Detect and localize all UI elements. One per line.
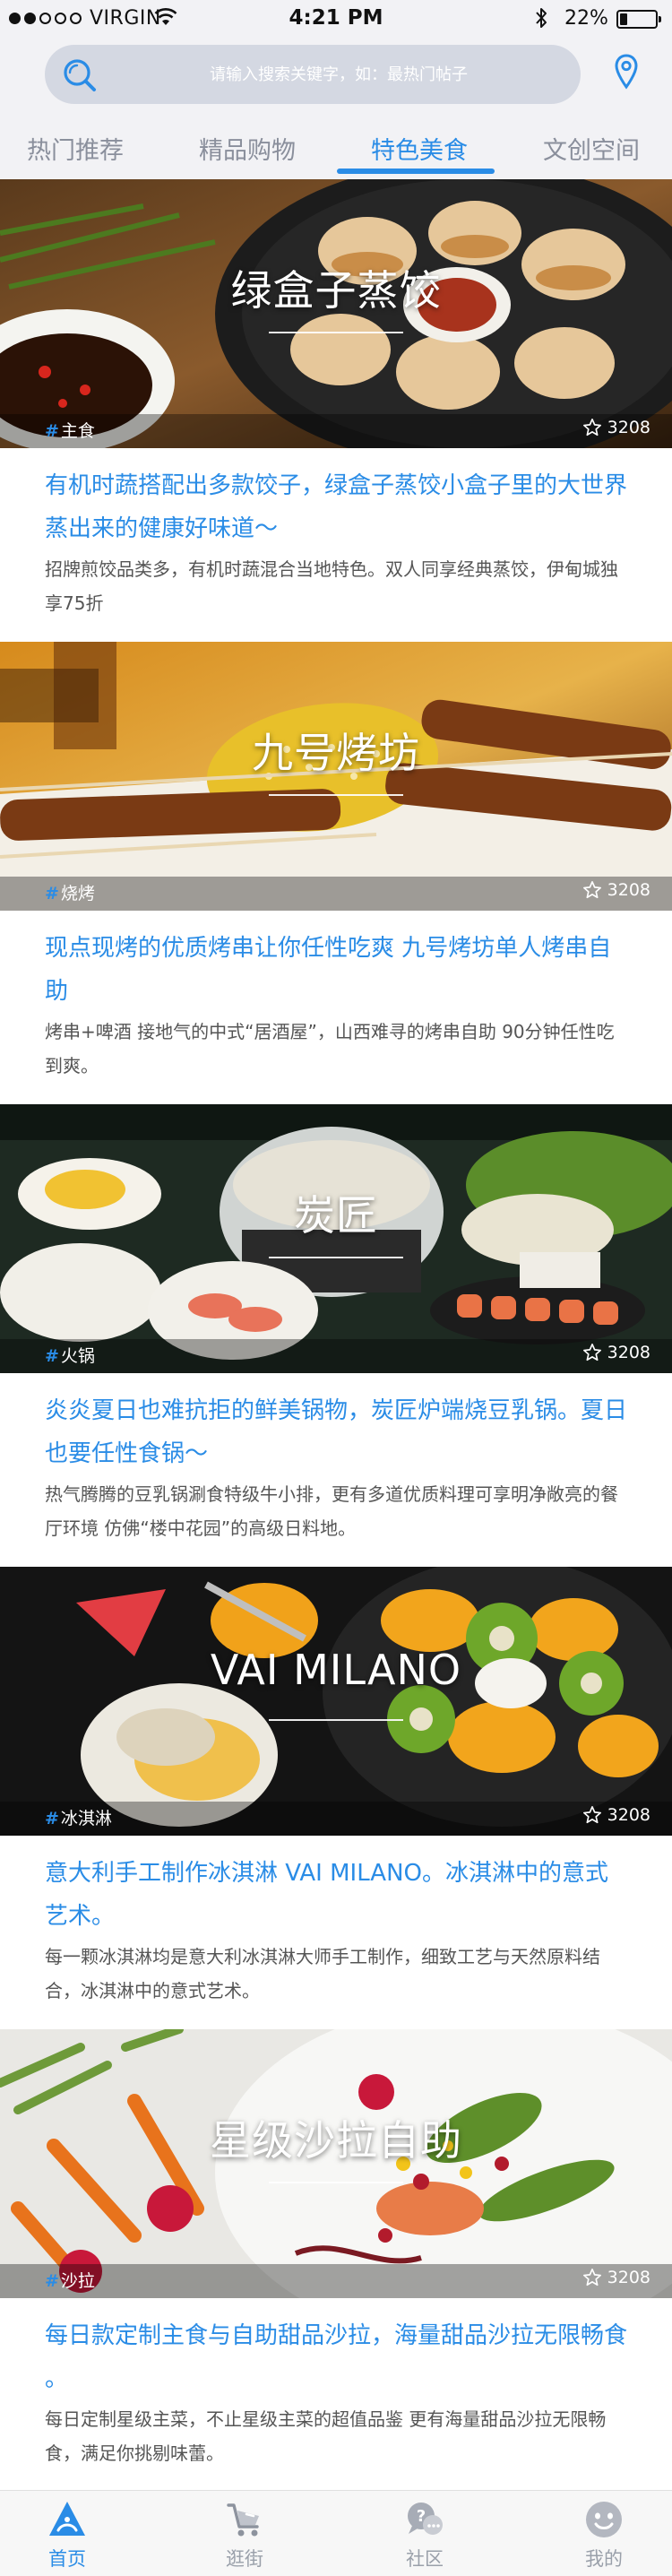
- category-tag[interactable]: # 火锅: [45, 1343, 95, 1367]
- status-bar: VIRGIN 4:21 PM 22%: [0, 0, 672, 38]
- tab-hot-recommend[interactable]: 热门推荐: [27, 131, 124, 166]
- star-icon: [582, 2269, 601, 2286]
- favorite-count-value: 3208: [607, 1343, 650, 1362]
- favorite-count-value: 3208: [607, 418, 650, 437]
- food-card[interactable]: 炭匠 # 火锅 3208 炎炎夏日也难抗拒的鲜美锅物，炭匠炉端烧豆乳锅。夏日也要任…: [0, 1104, 672, 1567]
- bottom-tab-bar: 首页 逛街 ? 社区 我的: [0, 2490, 672, 2576]
- star-icon: [582, 881, 601, 899]
- category-tag[interactable]: # 冰淇淋: [45, 1805, 112, 1829]
- nav-home[interactable]: 首页: [13, 2491, 121, 2576]
- hero-info-bar: [0, 2264, 672, 2298]
- search-icon[interactable]: [61, 56, 99, 98]
- category-tag[interactable]: # 主食: [45, 418, 95, 442]
- card-hero-title: 绿盒子蒸饺: [230, 266, 442, 315]
- home-icon: [46, 2498, 89, 2541]
- card-hero-title: 炭匠: [294, 1191, 378, 1240]
- card-hero-title: VAI MILANO: [210, 1646, 462, 1694]
- food-card[interactable]: 星级沙拉自助 # 沙拉 3208 每日款定制主食与自助甜品沙拉，海量甜品沙拉无限畅…: [0, 2029, 672, 2492]
- card-title[interactable]: 意大利手工制作冰淇淋 VAI MILANO。冰淇淋中的意式艺术。: [45, 1852, 627, 1938]
- hero-info-bar: [0, 414, 672, 448]
- nav-shopping-label: 逛街: [226, 2548, 263, 2570]
- favorite-count[interactable]: 3208: [582, 418, 650, 437]
- hashtag-icon: #: [45, 1346, 59, 1366]
- nav-profile[interactable]: 我的: [550, 2491, 658, 2576]
- card-title[interactable]: 现点现烤的优质烤串让你任性吃爽 九号烤坊单人烤串自助: [45, 927, 627, 1013]
- title-divider: [269, 1719, 403, 1721]
- favorite-count[interactable]: 3208: [582, 2268, 650, 2287]
- nav-shopping[interactable]: 逛街: [191, 2491, 298, 2576]
- title-divider: [269, 794, 403, 796]
- food-card[interactable]: VAI MILANO # 冰淇淋 3208 意大利手工制作冰淇淋 VAI MILA…: [0, 1567, 672, 2029]
- food-card[interactable]: 绿盒子蒸饺 # 主食 3208 有机时蔬搭配出多款饺子，绿盒子蒸饺小盒子里的大世界…: [0, 179, 672, 642]
- favorite-count-value: 3208: [607, 1805, 650, 1825]
- category-tag-label: 冰淇淋: [60, 1809, 112, 1828]
- card-description: 烤串+啤酒 接地气的中式“居酒屋”，山西难寻的烤串自助 90分钟任性吃到爽。: [45, 1021, 615, 1076]
- card-hero-image[interactable]: 星级沙拉自助 # 沙拉 3208: [0, 2029, 672, 2298]
- battery-percent: 22%: [564, 7, 608, 30]
- category-tag-label: 火锅: [60, 1346, 95, 1366]
- nav-profile-label: 我的: [585, 2548, 623, 2570]
- bluetooth-icon: [534, 6, 548, 33]
- card-description: 每日定制星级主菜，不止星级主菜的超值品鉴 更有海量甜品沙拉无限畅食，满足你挑剔味…: [45, 2408, 607, 2464]
- category-tag-label: 主食: [60, 421, 95, 441]
- card-hero-image[interactable]: 炭匠 # 火锅 3208: [0, 1104, 672, 1373]
- category-tag[interactable]: # 沙拉: [45, 2268, 95, 2292]
- card-hero-image[interactable]: 绿盒子蒸饺 # 主食 3208: [0, 179, 672, 448]
- card-hero-title: 星级沙拉自助: [210, 2116, 462, 2165]
- card-hero-image[interactable]: VAI MILANO # 冰淇淋 3208: [0, 1567, 672, 1836]
- ice-cream-fruit-photo: [0, 1567, 672, 1836]
- nav-home-label: 首页: [48, 2548, 86, 2570]
- title-divider: [269, 2182, 403, 2183]
- card-hero-title: 九号烤坊: [252, 729, 420, 777]
- nav-community-label: 社区: [406, 2548, 444, 2570]
- favorite-count-value: 3208: [607, 880, 650, 900]
- card-title[interactable]: 有机时蔬搭配出多款饺子，绿盒子蒸饺小盒子里的大世界 蒸出来的健康好味道～: [45, 464, 627, 550]
- star-icon: [582, 419, 601, 437]
- category-tag[interactable]: # 烧烤: [45, 880, 95, 904]
- svg-text:?: ?: [417, 2507, 426, 2526]
- category-tabs: 热门推荐 精品购物 特色美食 文创空间: [0, 117, 672, 179]
- location-pin-icon[interactable]: [615, 54, 638, 93]
- title-divider: [269, 1257, 403, 1258]
- search-input[interactable]: [116, 45, 564, 104]
- hashtag-icon: #: [45, 884, 59, 903]
- card-title[interactable]: 炎炎夏日也难抗拒的鲜美锅物，炭匠炉端烧豆乳锅。夏日也要任性食锅～: [45, 1389, 627, 1475]
- favorite-count[interactable]: 3208: [582, 1343, 650, 1362]
- category-tag-label: 烧烤: [60, 884, 95, 903]
- category-tag-label: 沙拉: [60, 2271, 95, 2291]
- card-hero-image[interactable]: 九号烤坊 # 烧烤 3208: [0, 642, 672, 911]
- hero-info-bar: [0, 1339, 672, 1373]
- food-card[interactable]: 九号烤坊 # 烧烤 3208 现点现烤的优质烤串让你任性吃爽 九号烤坊单人烤串自助…: [0, 642, 672, 1104]
- card-description: 招牌煎饺品类多，有机时蔬混合当地特色。双人同享经典蒸饺，伊甸城独享75折: [45, 558, 618, 614]
- active-tab-indicator: [337, 169, 495, 174]
- nav-community[interactable]: ? 社区: [371, 2491, 478, 2576]
- favorite-count[interactable]: 3208: [582, 880, 650, 900]
- hashtag-icon: #: [45, 2271, 59, 2291]
- search-bar[interactable]: [45, 45, 581, 104]
- profile-face-icon: [582, 2498, 625, 2541]
- card-description: 热气腾腾的豆乳锅涮食特级牛小排，更有多道优质料理可享明净敞亮的餐厅环境 仿佛“楼…: [45, 1483, 618, 1539]
- search-header: [0, 38, 672, 117]
- hashtag-icon: #: [45, 421, 59, 441]
- favorite-count-value: 3208: [607, 2268, 650, 2287]
- battery-icon: [616, 10, 661, 29]
- hashtag-icon: #: [45, 1809, 59, 1828]
- star-icon: [582, 1344, 601, 1361]
- card-title[interactable]: 每日款定制主食与自助甜品沙拉，海量甜品沙拉无限畅食 。: [45, 2314, 627, 2400]
- star-icon: [582, 1806, 601, 1824]
- tab-specialty-food[interactable]: 特色美食: [371, 131, 468, 166]
- shopping-cart-icon: [223, 2498, 266, 2541]
- tab-boutique-shopping[interactable]: 精品购物: [199, 131, 296, 166]
- tab-cultural-space[interactable]: 文创空间: [543, 131, 640, 166]
- favorite-count[interactable]: 3208: [582, 1805, 650, 1825]
- card-description: 每一颗冰淇淋均是意大利冰淇淋大师手工制作，细致工艺与天然原料结合，冰淇淋中的意式…: [45, 1946, 600, 2001]
- community-chat-icon: ?: [403, 2498, 446, 2541]
- title-divider: [269, 332, 403, 333]
- hero-info-bar: [0, 877, 672, 911]
